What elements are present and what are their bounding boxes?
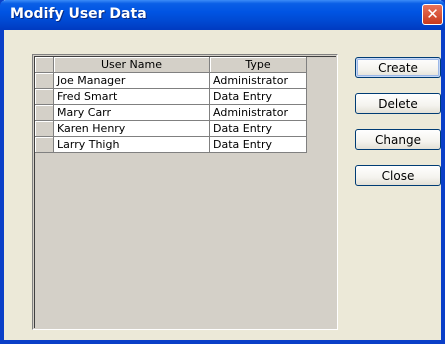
- user-list-panel[interactable]: User Name Type Joe Manager Administrator…: [32, 54, 338, 330]
- row-selector[interactable]: [35, 88, 54, 105]
- table-row[interactable]: Mary Carr Administrator: [35, 104, 307, 121]
- cell-user-name[interactable]: Joe Manager: [53, 72, 210, 89]
- close-button[interactable]: Close: [355, 165, 441, 186]
- table-row[interactable]: Larry Thigh Data Entry: [35, 136, 307, 153]
- row-selector[interactable]: [35, 72, 54, 89]
- column-header-user-name[interactable]: User Name: [53, 57, 210, 73]
- column-header-type[interactable]: Type: [209, 57, 307, 73]
- row-selector[interactable]: [35, 136, 54, 153]
- cell-user-name[interactable]: Fred Smart: [53, 88, 210, 105]
- cell-user-name[interactable]: Karen Henry: [53, 120, 210, 137]
- close-icon: ✕: [426, 5, 439, 23]
- user-table[interactable]: User Name Type Joe Manager Administrator…: [35, 57, 307, 153]
- user-list-frame: User Name Type Joe Manager Administrator…: [34, 56, 336, 328]
- cell-type[interactable]: Administrator: [209, 104, 307, 121]
- change-button[interactable]: Change: [355, 129, 441, 150]
- table-row[interactable]: Joe Manager Administrator: [35, 72, 307, 89]
- window-title: Modify User Data: [10, 6, 147, 22]
- cell-type[interactable]: Data Entry: [209, 88, 307, 105]
- row-selector[interactable]: [35, 120, 54, 137]
- table-row[interactable]: Karen Henry Data Entry: [35, 120, 307, 137]
- table-header-row: User Name Type: [35, 57, 307, 73]
- cell-type[interactable]: Data Entry: [209, 120, 307, 137]
- close-window-button[interactable]: ✕: [422, 4, 443, 25]
- row-selector-header[interactable]: [35, 57, 54, 73]
- cell-user-name[interactable]: Mary Carr: [53, 104, 210, 121]
- cell-type[interactable]: Administrator: [209, 72, 307, 89]
- create-button[interactable]: Create: [355, 57, 441, 78]
- cell-type[interactable]: Data Entry: [209, 136, 307, 153]
- cell-user-name[interactable]: Larry Thigh: [53, 136, 210, 153]
- row-selector[interactable]: [35, 104, 54, 121]
- modify-user-data-dialog: Modify User Data ✕ User Name Type Joe Ma…: [0, 0, 445, 344]
- delete-button[interactable]: Delete: [355, 93, 441, 114]
- table-row[interactable]: Fred Smart Data Entry: [35, 88, 307, 105]
- title-bar[interactable]: Modify User Data ✕: [0, 0, 445, 30]
